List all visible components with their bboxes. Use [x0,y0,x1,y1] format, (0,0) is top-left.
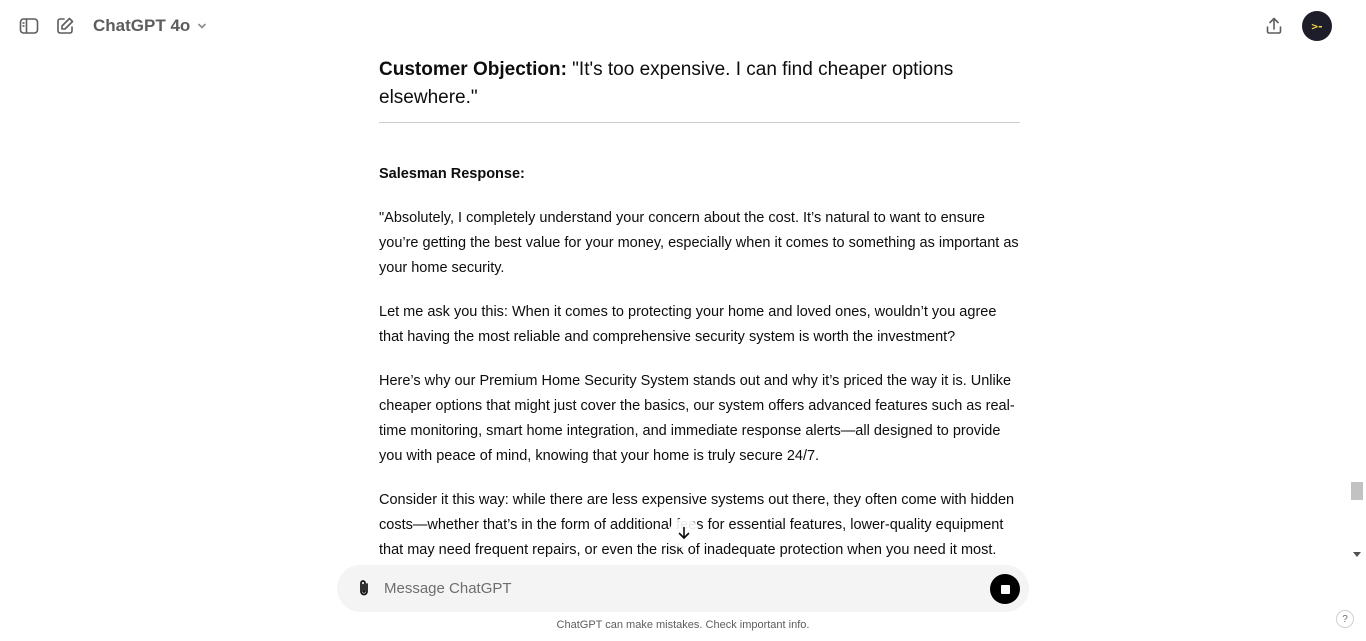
conversation-content: Customer Objection: "It's too expensive.… [379,52,1021,565]
response-paragraph: Let me ask you this: When it comes to pr… [379,304,997,345]
sidebar-toggle-icon [19,18,39,34]
compose-icon [57,17,74,34]
response-heading: Salesman Response: [379,166,525,182]
scrollbar-thumb[interactable] [1351,482,1363,500]
chevron-down-icon [196,20,208,32]
attach-button[interactable] [347,571,381,605]
model-switcher[interactable]: ChatGPT 4o [87,9,214,43]
scrollbar-down-arrow[interactable] [1351,549,1363,561]
arrow-down-icon [678,526,690,539]
triangle-down-icon [1353,552,1361,557]
response-paragraph: "Absolutely, I completely understand you… [379,210,1019,276]
top-bar: ChatGPT 4o >- [0,0,1348,52]
message-composer [337,565,1029,612]
share-button[interactable] [1256,8,1292,44]
objection-label: Customer Objection: [379,59,567,80]
new-chat-button[interactable] [47,8,83,44]
response-paragraph: Here’s why our Premium Home Security Sys… [379,373,1015,464]
scrollbar-track[interactable] [1348,0,1366,565]
stop-generating-button[interactable] [990,574,1020,604]
response-paragraph: Consider it this way: while there are le… [379,492,1015,558]
avatar-text: >- [1311,19,1323,33]
stop-icon [1000,584,1010,594]
model-name: ChatGPT 4o [93,16,191,35]
avatar[interactable]: >- [1302,11,1332,41]
objection-heading: Customer Objection: "It's too expensive.… [379,56,1020,123]
disclaimer-text: ChatGPT can make mistakes. Check importa… [556,619,810,631]
scroll-to-bottom-button[interactable] [669,518,699,548]
sidebar-toggle-button[interactable] [11,8,47,44]
help-button[interactable]: ? [1336,610,1354,628]
message-input[interactable] [384,575,944,602]
paperclip-icon [360,580,368,596]
share-icon [1266,17,1282,34]
